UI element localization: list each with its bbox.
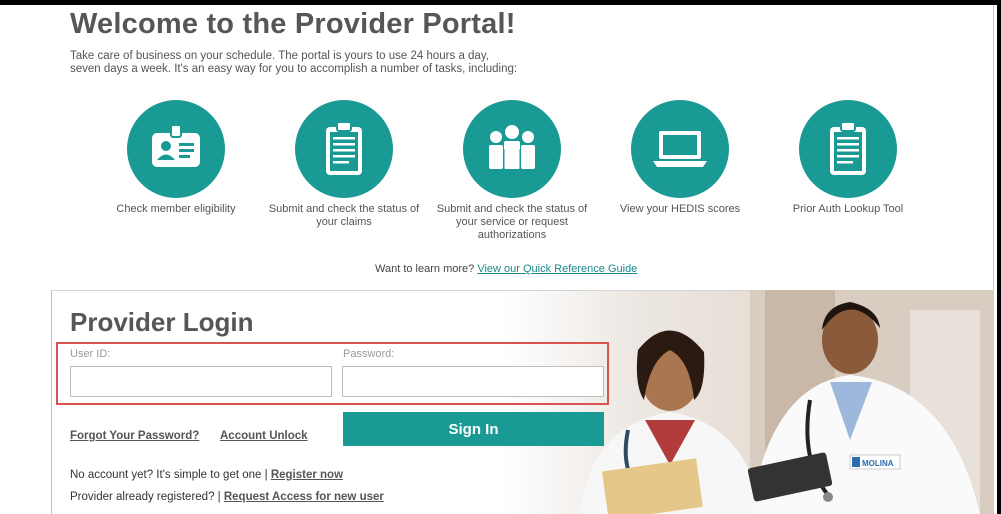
account-unlock-link[interactable]: Account Unlock [220, 430, 308, 442]
welcome-title: Welcome to the Provider Portal! [70, 8, 516, 40]
task-submit-claims[interactable]: Submit and check the status of your clai… [264, 100, 424, 229]
task-label: Prior Auth Lookup Tool [792, 203, 904, 215]
task-label: View your HEDIS scores [619, 203, 741, 215]
already-registered-line: Provider already registered? | Request A… [70, 491, 384, 503]
no-account-text: No account yet? It's simple to get one | [70, 469, 268, 481]
learn-more: Want to learn more? View our Quick Refer… [375, 263, 637, 275]
sign-in-button[interactable]: Sign In [343, 412, 604, 446]
user-id-label: User ID: [70, 348, 111, 360]
people-icon [489, 125, 535, 169]
task-prior-auth-lookup[interactable]: Prior Auth Lookup Tool [768, 100, 928, 216]
id-card-icon [152, 124, 200, 167]
already-registered-text: Provider already registered? | [70, 491, 221, 503]
task-label: Check member eligibility [116, 203, 236, 215]
right-border [997, 5, 1001, 514]
task-circle[interactable] [295, 100, 393, 198]
task-label: Submit and check the status of your serv… [436, 203, 588, 241]
welcome-intro: Take care of business on your schedule. … [70, 50, 590, 76]
task-check-eligibility[interactable]: Check member eligibility [96, 100, 256, 216]
register-now-link[interactable]: Register now [271, 469, 343, 481]
task-circle[interactable] [631, 100, 729, 198]
laptop-icon [653, 131, 707, 167]
provider-login-title: Provider Login [70, 307, 254, 337]
password-label: Password: [343, 348, 395, 360]
forgot-password-link[interactable]: Forgot Your Password? [70, 430, 199, 442]
task-list: Check member eligibility Submit and chec… [96, 100, 966, 250]
intro-line-1: Take care of business on your schedule. … [70, 50, 489, 62]
clipboard-icon [326, 121, 362, 175]
task-circle[interactable] [799, 100, 897, 198]
top-border [0, 0, 1001, 5]
task-circle[interactable] [127, 100, 225, 198]
right-border-inner [993, 5, 994, 514]
user-id-input[interactable] [70, 366, 332, 397]
task-hedis-scores[interactable]: View your HEDIS scores [600, 100, 760, 216]
learn-more-prefix: Want to learn more? [375, 263, 475, 275]
intro-line-2: seven days a week. It's an easy way for … [70, 63, 518, 75]
task-label: Submit and check the status of your clai… [268, 203, 420, 228]
task-circle[interactable] [463, 100, 561, 198]
password-input[interactable] [342, 366, 604, 397]
task-submit-authorizations[interactable]: Submit and check the status of your serv… [432, 100, 592, 242]
molina-badge-text: MOLINA [862, 459, 894, 468]
login-panel-left-border [51, 290, 52, 514]
no-account-line: No account yet? It's simple to get one |… [70, 469, 343, 481]
quick-reference-guide-link[interactable]: View our Quick Reference Guide [477, 263, 637, 275]
request-access-link[interactable]: Request Access for new user [224, 491, 384, 503]
clipboard-icon [830, 121, 866, 175]
